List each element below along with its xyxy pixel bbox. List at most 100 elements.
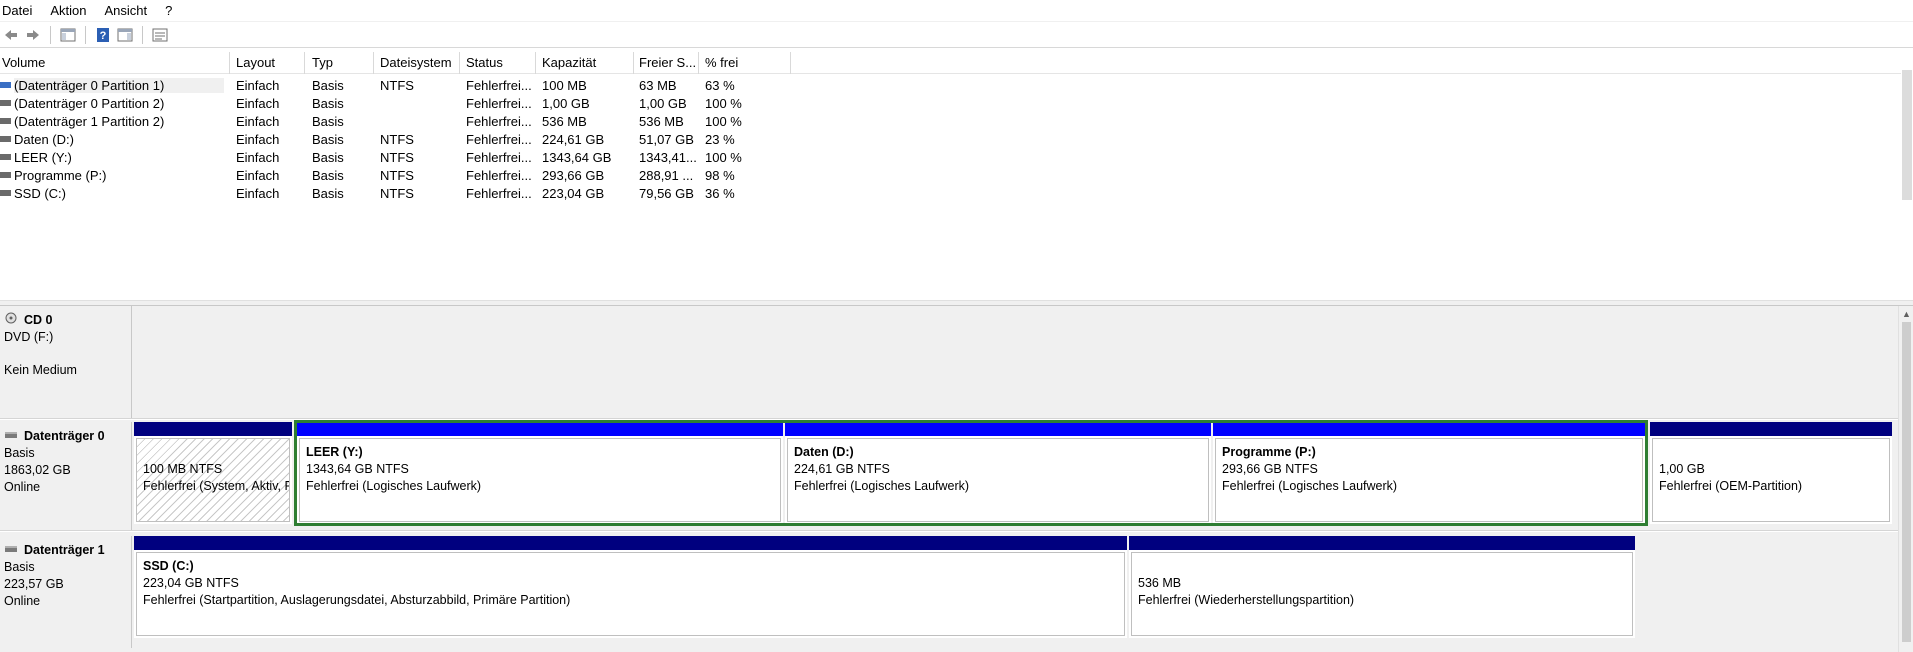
back-icon[interactable] — [0, 24, 22, 46]
row-divider — [0, 530, 1898, 532]
disk-view-scrollbar[interactable]: ▲ — [1898, 306, 1913, 652]
disk-name: CD 0 — [24, 313, 53, 327]
disk-name: Datenträger 1 — [24, 543, 105, 557]
disk-row-disk0: Datenträger 0 Basis 1863,02 GB Online 10… — [0, 420, 1898, 530]
partition-ssd[interactable]: SSD (C:) 223,04 GB NTFS Fehlerfrei (Star… — [134, 536, 1127, 638]
partition-bar-primary — [1129, 536, 1635, 550]
menu-datei[interactable]: Datei — [0, 3, 38, 18]
table-cell: Einfach — [236, 78, 280, 93]
help-icon[interactable]: ? — [92, 24, 114, 46]
disk-type: Basis — [4, 446, 35, 460]
volume-icon — [0, 136, 11, 142]
col-dateisystem[interactable]: Dateisystem — [380, 55, 456, 70]
table-cell: Fehlerfrei... — [466, 78, 532, 93]
table-cell: NTFS — [380, 132, 414, 147]
table-cell: Daten (D:) — [14, 132, 74, 147]
table-cell: 1,00 GB — [542, 96, 590, 111]
partition-d0p1[interactable]: 100 MB NTFS Fehlerfrei (System, Aktiv, P… — [134, 422, 292, 524]
table-cell: 536 MB — [639, 114, 684, 129]
properties-icon[interactable] — [149, 24, 171, 46]
table-cell: SSD (C:) — [14, 186, 66, 201]
table-cell: 100 % — [705, 96, 742, 111]
table-cell: Fehlerfrei... — [466, 132, 532, 147]
menu-ansicht[interactable]: Ansicht — [101, 3, 154, 18]
partition-status: Fehlerfrei (Wiederherstellungspartition) — [1138, 593, 1355, 607]
table-cell: Fehlerfrei... — [466, 168, 532, 183]
col-prozent-frei[interactable]: % frei — [705, 55, 785, 70]
disk-name: Datenträger 0 — [24, 429, 105, 443]
partition-recovery[interactable]: 536 MB Fehlerfrei (Wiederherstellungspar… — [1129, 536, 1635, 638]
col-layout[interactable]: Layout — [236, 55, 296, 70]
table-cell: Fehlerfrei... — [466, 96, 532, 111]
table-cell: Basis — [312, 186, 344, 201]
table-cell: Programme (P:) — [14, 168, 107, 183]
table-cell: Basis — [312, 96, 344, 111]
table-row[interactable]: (Datenträger 0 Partition 1) Einfach Basis N… — [0, 76, 900, 94]
volume-icon — [0, 100, 11, 106]
volume-icon — [0, 118, 11, 124]
table-row[interactable]: SSD (C:) Einfach Basis NTFS Fehlerfrei... 223… — [0, 184, 900, 202]
table-cell: Fehlerfrei... — [466, 150, 532, 165]
table-cell: Basis — [312, 150, 344, 165]
scrollbar-thumb[interactable] — [1902, 70, 1912, 200]
table-cell: NTFS — [380, 186, 414, 201]
toolbar: ? — [0, 22, 1913, 48]
volume-list-scrollbar[interactable] — [1901, 52, 1913, 300]
table-cell: NTFS — [380, 168, 414, 183]
table-cell: Basis — [312, 168, 344, 183]
partition-size: 100 MB NTFS — [143, 462, 223, 476]
disk-row-cd0: CD 0 DVD (F:) Kein Medium — [0, 306, 1898, 418]
table-cell: Einfach — [236, 168, 280, 183]
disk-size: 223,57 GB — [4, 577, 64, 591]
table-cell: (Datenträger 1 Partition 2) — [14, 114, 165, 129]
partition-oem[interactable]: 1,00 GB Fehlerfrei (OEM-Partition) — [1650, 422, 1892, 524]
table-row[interactable]: (Datenträger 0 Partition 2) Einfach Basis F… — [0, 94, 900, 112]
table-row[interactable]: Programme (P:) Einfach Basis NTFS Fehlerfrei… — [0, 166, 900, 184]
table-cell: Fehlerfrei... — [466, 186, 532, 201]
disk-label-cd0[interactable]: CD 0 DVD (F:) Kein Medium — [0, 306, 132, 418]
disk-label-disk0[interactable]: Datenträger 0 Basis 1863,02 GB Online — [0, 422, 132, 530]
table-cell: (Datenträger 0 Partition 1) — [14, 78, 224, 93]
table-cell: 100 MB — [542, 78, 587, 93]
forward-icon[interactable] — [22, 24, 44, 46]
partition-status: Fehlerfrei (OEM-Partition) — [1659, 479, 1803, 493]
partition-status: Fehlerfrei (System, Aktiv, Primäre Parti… — [143, 479, 289, 493]
volume-icon — [0, 154, 11, 160]
table-row[interactable]: LEER (Y:) Einfach Basis NTFS Fehlerfrei... 13… — [0, 148, 900, 166]
toolbar-separator — [85, 25, 86, 44]
table-cell: Einfach — [236, 96, 280, 111]
extended-partition-border — [294, 420, 1648, 526]
table-row[interactable]: (Datenträger 1 Partition 2) Einfach Basis F… — [0, 112, 900, 130]
volume-icon — [0, 190, 11, 196]
scrollbar-thumb[interactable] — [1902, 322, 1911, 642]
partition-body: 1,00 GB Fehlerfrei (OEM-Partition) — [1652, 438, 1890, 522]
partition-size: 536 MB — [1138, 576, 1182, 590]
col-volume[interactable]: Volume — [2, 55, 227, 70]
menu-help[interactable]: ? — [161, 3, 178, 18]
table-row[interactable]: Daten (D:) Einfach Basis NTFS Fehlerfrei... 2… — [0, 130, 900, 148]
cd-drive-icon — [4, 312, 18, 329]
disk-label-disk1[interactable]: Datenträger 1 Basis 223,57 GB Online — [0, 536, 132, 648]
console-tree-icon[interactable] — [57, 24, 79, 46]
table-cell: 293,66 GB — [542, 168, 605, 183]
table-cell: Einfach — [236, 186, 280, 201]
action-pane-icon[interactable] — [114, 24, 136, 46]
table-cell: Einfach — [236, 132, 280, 147]
table-cell: NTFS — [380, 150, 414, 165]
col-typ[interactable]: Typ — [312, 55, 372, 70]
col-freier-speicher[interactable]: Freier S... — [639, 55, 699, 70]
table-cell: 1,00 GB — [639, 96, 687, 111]
disk-status: Online — [4, 480, 41, 494]
partition-status: Fehlerfrei (Startpartition, Auslagerungs… — [143, 593, 571, 607]
hard-disk-icon — [4, 542, 18, 559]
col-kapazitaet[interactable]: Kapazität — [542, 55, 632, 70]
scroll-up-icon[interactable]: ▲ — [1902, 309, 1911, 319]
table-cell: 63 % — [705, 78, 735, 93]
col-status[interactable]: Status — [466, 55, 534, 70]
partition-size: 223,04 GB NTFS — [143, 576, 239, 590]
menu-aktion[interactable]: Aktion — [46, 3, 92, 18]
table-cell: 23 % — [705, 132, 735, 147]
table-cell: Basis — [312, 78, 344, 93]
table-cell: Fehlerfrei... — [466, 114, 532, 129]
toolbar-separator — [50, 25, 51, 44]
